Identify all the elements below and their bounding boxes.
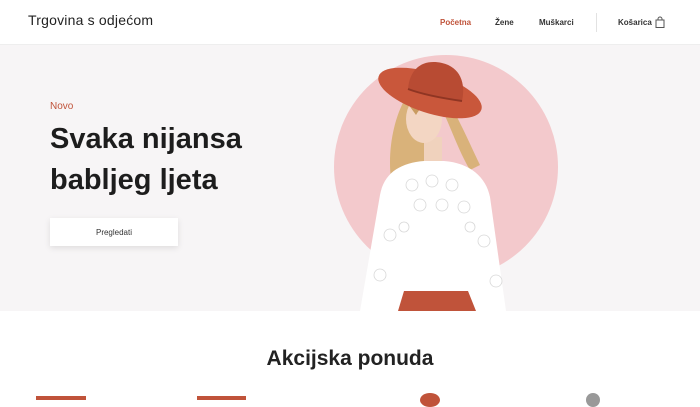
nav-item-men[interactable]: Muškarci [539,18,574,27]
nav-item-women[interactable]: Žene [495,18,514,27]
hero-title-line-1: Svaka nijansa [50,123,242,155]
product-card-badge [197,396,246,400]
product-thumbnail[interactable] [420,393,440,407]
hero-title: Svaka nijansa babljeg ljeta [50,119,310,201]
product-thumbnail[interactable] [586,393,600,407]
hero-title-line-2: babljeg ljeta [50,164,218,196]
cart-link[interactable]: Košarica [618,18,652,27]
nav-item-home[interactable]: Početna [440,18,471,27]
model-skirt [398,291,476,311]
browse-button[interactable]: Pregledati [50,218,178,246]
shopping-bag-icon[interactable] [655,16,665,28]
hero-tag: Novo [50,101,74,112]
hero-banner: Novo Svaka nijansa babljeg ljeta Pregled… [0,45,700,311]
site-header: Trgovina s odjećom Početna Žene Muškarci… [0,0,700,45]
site-logo[interactable]: Trgovina s odjećom [28,12,153,28]
hero-model-image [334,55,558,311]
product-card-badge [36,396,86,400]
nav-divider [596,13,597,32]
section-title: Akcijska ponuda [266,347,434,370]
